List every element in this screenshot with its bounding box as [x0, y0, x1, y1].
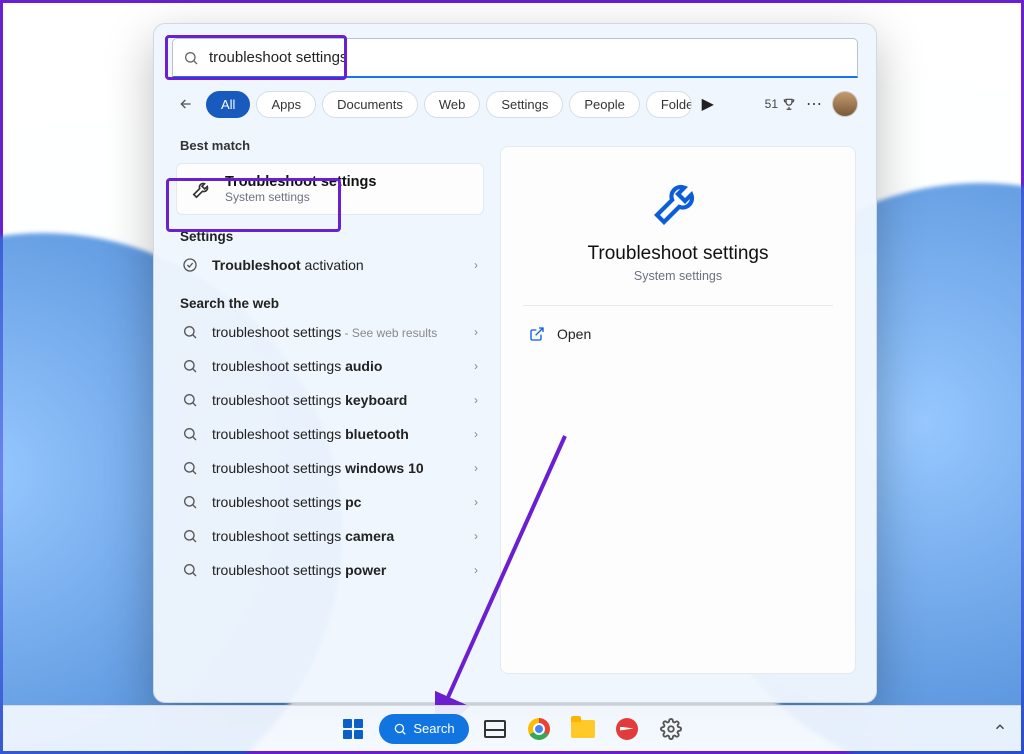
- chevron-right-icon: ›: [474, 461, 478, 475]
- web-result[interactable]: troubleshoot settings pc ›: [176, 485, 484, 519]
- search-icon: [182, 358, 198, 374]
- web-result[interactable]: troubleshoot settings windows 10 ›: [176, 451, 484, 485]
- search-input[interactable]: [209, 49, 847, 66]
- result-text: troubleshoot settings camera: [212, 528, 460, 544]
- rewards-points[interactable]: 51: [765, 97, 796, 111]
- search-icon: [182, 324, 198, 340]
- app-icon: [616, 718, 638, 740]
- filter-tab-people[interactable]: People: [569, 91, 639, 118]
- filter-tab-apps[interactable]: Apps: [256, 91, 316, 118]
- result-text: troubleshoot settings keyboard: [212, 392, 460, 408]
- result-text: troubleshoot settings bluetooth: [212, 426, 460, 442]
- tray-chevron-up-icon[interactable]: [993, 720, 1007, 739]
- divider: [523, 305, 833, 306]
- result-text: troubleshoot settings power: [212, 562, 460, 578]
- user-avatar[interactable]: [832, 91, 858, 117]
- search-icon: [393, 722, 407, 736]
- detail-subtitle: System settings: [527, 269, 829, 283]
- search-icon: [182, 426, 198, 442]
- chevron-right-icon: ›: [474, 325, 478, 339]
- settings-app[interactable]: [653, 711, 689, 747]
- chevron-right-icon: ›: [474, 359, 478, 373]
- trophy-icon: [782, 97, 796, 111]
- windows-logo-icon: [343, 719, 363, 739]
- file-explorer-app[interactable]: [565, 711, 601, 747]
- web-result[interactable]: troubleshoot settings bluetooth ›: [176, 417, 484, 451]
- section-best-match: Best match: [180, 138, 484, 153]
- filter-tab-all[interactable]: All: [206, 91, 250, 118]
- search-bar[interactable]: [172, 38, 858, 78]
- more-options-button[interactable]: ⋯: [802, 92, 826, 116]
- search-icon: [182, 494, 198, 510]
- task-view-icon: [484, 720, 506, 738]
- best-match-title: Troubleshoot settings: [225, 174, 376, 190]
- filter-tab-folders[interactable]: Folde: [646, 91, 692, 118]
- results-column: Best match Troubleshoot settings System …: [154, 126, 494, 694]
- wrench-icon: [191, 178, 213, 200]
- chevron-right-icon: ›: [474, 427, 478, 441]
- search-icon: [182, 528, 198, 544]
- task-view-button[interactable]: [477, 711, 513, 747]
- result-text: troubleshoot settings audio: [212, 358, 460, 374]
- rewards-count: 51: [765, 97, 778, 111]
- scroll-more-icon[interactable]: ▶: [698, 94, 718, 114]
- web-result[interactable]: troubleshoot settings camera ›: [176, 519, 484, 553]
- search-icon: [183, 50, 199, 66]
- web-result[interactable]: troubleshoot settings - See web results …: [176, 315, 484, 349]
- section-web: Search the web: [180, 296, 484, 311]
- chrome-app[interactable]: [521, 711, 557, 747]
- search-icon: [182, 392, 198, 408]
- start-button[interactable]: [335, 711, 371, 747]
- chevron-right-icon: ›: [474, 393, 478, 407]
- result-text: Troubleshoot activation: [212, 257, 460, 273]
- chevron-right-icon: ›: [474, 258, 478, 272]
- filter-tab-settings[interactable]: Settings: [486, 91, 563, 118]
- open-link-icon: [529, 326, 545, 342]
- filter-tab-web[interactable]: Web: [424, 91, 481, 118]
- back-button[interactable]: [172, 90, 200, 118]
- settings-result[interactable]: Troubleshoot activation ›: [176, 248, 484, 282]
- start-search-panel: All Apps Documents Web Settings People F…: [153, 23, 877, 703]
- pinned-app[interactable]: [609, 711, 645, 747]
- best-match-result[interactable]: Troubleshoot settings System settings: [176, 163, 484, 215]
- chevron-right-icon: ›: [474, 529, 478, 543]
- detail-pane: Troubleshoot settings System settings Op…: [500, 146, 856, 674]
- result-text: troubleshoot settings windows 10: [212, 460, 460, 476]
- result-text: troubleshoot settings pc: [212, 494, 460, 510]
- taskbar-search-label: Search: [413, 721, 454, 736]
- chevron-right-icon: ›: [474, 563, 478, 577]
- chevron-right-icon: ›: [474, 495, 478, 509]
- search-icon: [182, 562, 198, 578]
- folder-icon: [571, 720, 595, 738]
- web-result[interactable]: troubleshoot settings keyboard ›: [176, 383, 484, 417]
- check-circle-icon: [182, 257, 198, 273]
- wrench-icon: [650, 173, 706, 229]
- taskbar-search-button[interactable]: Search: [379, 714, 468, 744]
- detail-title: Troubleshoot settings: [527, 243, 829, 265]
- filter-row: All Apps Documents Web Settings People F…: [154, 78, 876, 126]
- best-match-subtitle: System settings: [225, 190, 376, 204]
- web-result[interactable]: troubleshoot settings audio ›: [176, 349, 484, 383]
- filter-tab-documents[interactable]: Documents: [322, 91, 418, 118]
- taskbar: Search: [3, 705, 1021, 751]
- web-result[interactable]: troubleshoot settings power ›: [176, 553, 484, 587]
- chrome-icon: [528, 718, 550, 740]
- result-text: troubleshoot settings - See web results: [212, 324, 460, 340]
- open-label: Open: [557, 326, 591, 342]
- section-settings: Settings: [180, 229, 484, 244]
- open-action[interactable]: Open: [527, 318, 829, 350]
- search-icon: [182, 460, 198, 476]
- gear-icon: [660, 718, 682, 740]
